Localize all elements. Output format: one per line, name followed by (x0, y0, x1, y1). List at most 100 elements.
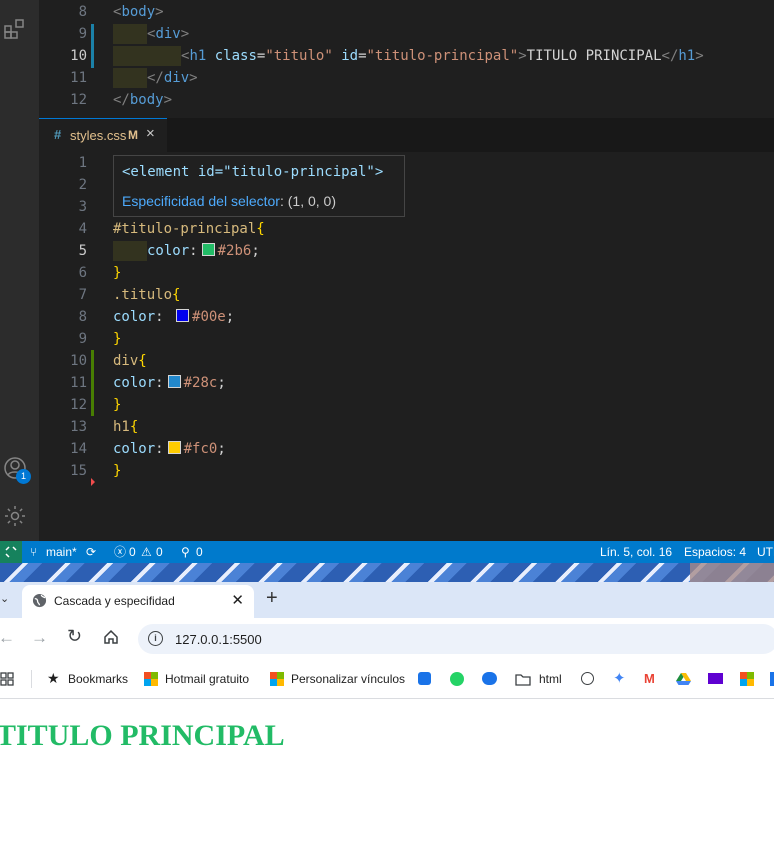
tab-styles-css[interactable]: # styles.css M × (39, 118, 167, 152)
status-bar: ⑂ main* ⟳ ⓧ 0 ⚠ 0 ⚲ 0 Lín. 5, col. 16 Es… (0, 541, 774, 563)
whatsapp-icon[interactable] (450, 672, 464, 686)
code-token: #28c (183, 375, 218, 391)
messages-icon[interactable] (482, 672, 497, 685)
address-bar[interactable]: i 127.0.0.1:5500 (138, 624, 774, 654)
line-number: 10 (70, 48, 87, 64)
code-line[interactable]: 13 h1{ (39, 416, 774, 438)
yahoo-mail-icon[interactable] (708, 673, 723, 684)
code-token: : (155, 375, 164, 391)
bookmarks-bar: ★ Bookmarks Hotmail gratuito Personaliza… (0, 660, 774, 699)
gmail-icon[interactable]: M (644, 671, 655, 686)
code-text: #titulo-principal{ (113, 218, 265, 240)
code-line[interactable]: 11 </div> (39, 67, 774, 89)
microsoft-logo-icon (144, 672, 158, 686)
ports-count[interactable]: 0 (196, 541, 203, 563)
folder-icon[interactable] (515, 673, 531, 689)
code-line[interactable]: 10 <h1 class="titulo" id="titulo-principa… (39, 45, 774, 67)
code-line[interactable]: 10 div{ (39, 350, 774, 372)
code-line[interactable]: 8 <body> (39, 1, 774, 23)
bookmark-personalizar[interactable]: Personalizar vínculos (291, 672, 405, 686)
code-token: class (214, 48, 257, 64)
code-line[interactable]: 5 color: #2b6; (39, 240, 774, 262)
code-text: color: #2b6; (147, 240, 260, 262)
git-added-gutter-marker[interactable] (91, 350, 94, 416)
sync-icon[interactable]: ⟳ (86, 541, 96, 563)
html-editor-pane[interactable]: 8 <body> 9 <div> 10 <h1 class="titulo" id="ti… (39, 0, 774, 118)
code-line[interactable]: 6} (39, 262, 774, 284)
code-line[interactable]: 12 </body> (39, 89, 774, 111)
line-number: 3 (78, 199, 87, 215)
accounts-icon[interactable]: 1 (3, 456, 31, 484)
bookmark-folder-html[interactable]: html (539, 672, 562, 686)
code-line[interactable]: 12} (39, 394, 774, 416)
code-token: { (256, 221, 265, 237)
warnings-icon[interactable]: ⚠ (141, 541, 152, 563)
settings-gear-icon[interactable] (3, 504, 27, 528)
chat-bookmark-icon[interactable] (418, 672, 431, 685)
code-token: ; (217, 441, 226, 457)
code-text: <body> (113, 1, 164, 23)
microsoft-logo-icon[interactable] (740, 672, 754, 686)
errors-icon[interactable]: ⓧ (114, 541, 126, 563)
cursor-position[interactable]: Lín. 5, col. 16 (600, 541, 672, 563)
line-number: 2 (78, 177, 87, 193)
browser-tab-strip: ⌄ Cascada y especifidad ✕ + (0, 582, 774, 618)
errors-count[interactable]: 0 (129, 541, 136, 563)
color-swatch[interactable] (176, 309, 190, 322)
code-line[interactable]: 9} (39, 328, 774, 350)
new-tab-plus-icon[interactable]: + (266, 587, 278, 610)
code-line[interactable]: 8 color: #00e; (39, 306, 774, 328)
git-deleted-gutter-marker[interactable] (91, 478, 95, 486)
url-text[interactable]: 127.0.0.1:5500 (175, 632, 262, 647)
code-line[interactable]: 4 #titulo-principal{ (39, 218, 774, 240)
close-tab-icon[interactable]: ✕ (231, 591, 244, 609)
line-number: 12 (70, 92, 87, 108)
close-tab-icon[interactable]: × (146, 125, 155, 142)
code-token: h1 (678, 48, 696, 64)
code-line[interactable]: 15} (39, 460, 774, 482)
code-line[interactable]: 7 .titulo{ (39, 284, 774, 306)
gemini-icon[interactable]: ✦ (613, 669, 626, 687)
site-info-icon[interactable]: i (148, 631, 163, 646)
warnings-count[interactable]: 0 (156, 541, 163, 563)
css-editor-pane[interactable]: 1 2 3 4 #titulo-principal{5 color: #2b6; 6} 7 .ti… (39, 152, 774, 541)
home-icon[interactable] (103, 629, 119, 650)
code-token: </ (147, 70, 164, 86)
apps-grid-icon[interactable] (0, 672, 14, 689)
color-swatch[interactable] (167, 375, 181, 388)
code-line[interactable]: 9 <div> (39, 23, 774, 45)
code-token: h1 (113, 419, 130, 435)
color-swatch[interactable] (167, 441, 181, 454)
ports-icon[interactable]: ⚲ (181, 541, 190, 563)
browser-tab[interactable]: Cascada y especifidad ✕ (22, 585, 254, 618)
line-number: 11 (70, 70, 87, 86)
specificity-link[interactable]: Especificidad del selector (122, 193, 280, 209)
extensions-icon[interactable] (3, 17, 27, 41)
forward-arrow-icon[interactable]: → (31, 628, 48, 648)
drive-icon[interactable] (676, 672, 691, 688)
tab-search-chevron-icon[interactable]: ⌄ (0, 592, 12, 610)
bookmarks-divider (31, 670, 32, 688)
indentation-setting[interactable]: Espacios: 4 (684, 541, 746, 563)
bookmark-hotmail[interactable]: Hotmail gratuito (165, 672, 249, 686)
back-arrow-icon[interactable]: ← (0, 628, 15, 648)
activity-bar: 1 (0, 0, 39, 541)
code-line[interactable]: 14 color: #fc0; (39, 438, 774, 460)
line-number: 1 (78, 155, 87, 171)
code-text: color: #fc0; (113, 438, 226, 460)
color-swatch[interactable] (201, 243, 215, 256)
code-token: > (163, 92, 173, 108)
chatgpt-icon[interactable] (581, 672, 594, 685)
reload-icon[interactable]: ↻ (67, 626, 82, 647)
branch-name[interactable]: main* (46, 541, 77, 563)
code-token: "titulo-principal" (366, 48, 519, 64)
code-token: </ (661, 48, 679, 64)
code-line[interactable]: 11 color: #28c; (39, 372, 774, 394)
code-token: id (341, 48, 359, 64)
git-modified-gutter-marker[interactable] (91, 24, 94, 68)
remote-indicator-button[interactable] (0, 541, 22, 563)
encoding-setting[interactable]: UTF (757, 541, 774, 563)
code-token: color (147, 243, 190, 259)
overflow-bookmark-icon[interactable] (770, 672, 774, 686)
bookmark-bookmarks[interactable]: Bookmarks (68, 672, 128, 686)
